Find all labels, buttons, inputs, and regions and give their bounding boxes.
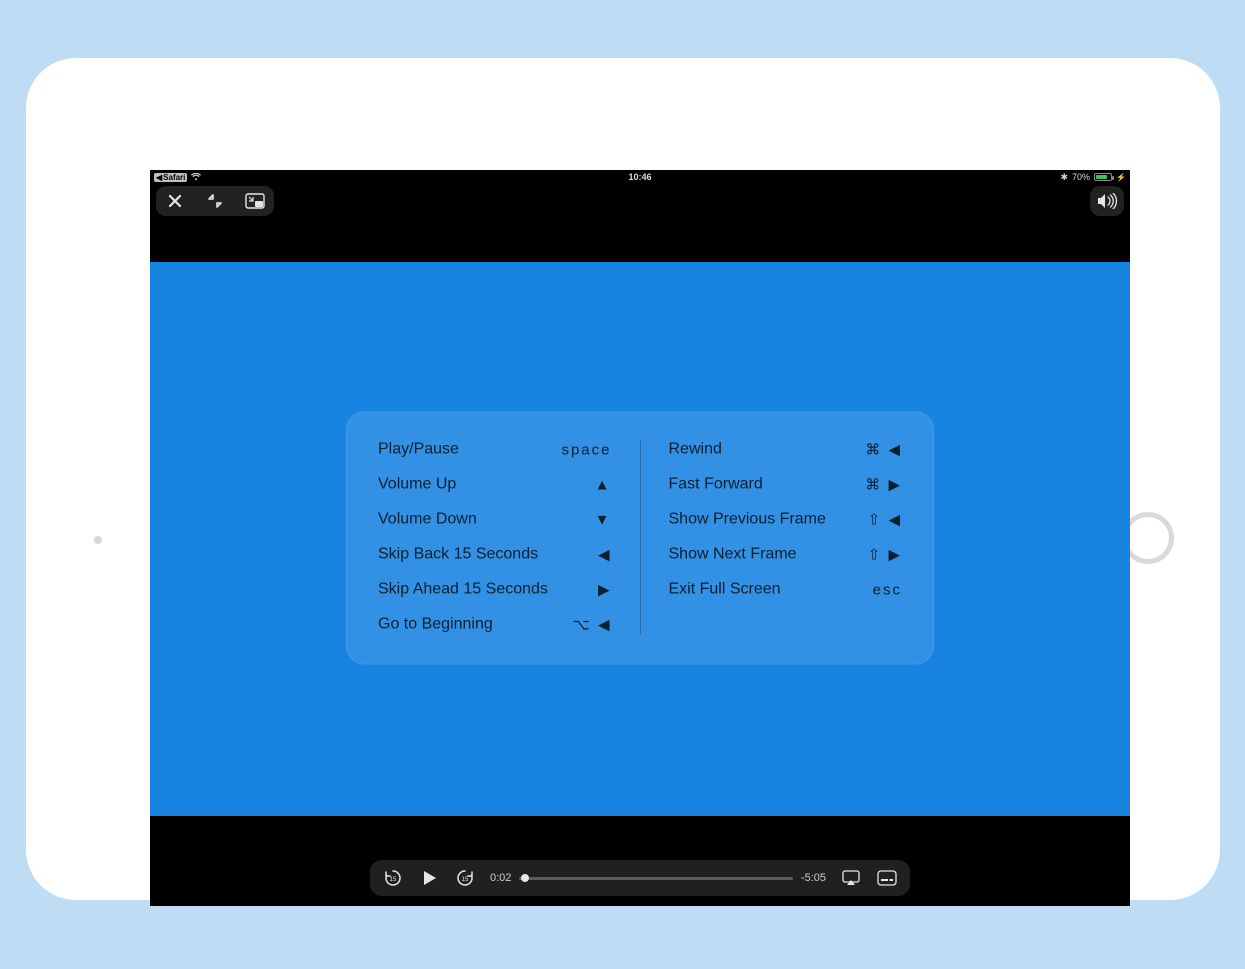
- status-bar: ◀ Safari 10:46 ✱ 70% ⚡: [150, 170, 1130, 184]
- battery-pct: 70%: [1072, 172, 1090, 182]
- pip-button[interactable]: [242, 188, 268, 214]
- shortcut-row: Skip Back 15 Seconds◀: [378, 545, 612, 565]
- shortcuts-column-right: Rewind⌘ ◀ Fast Forward⌘ ▶ Show Previous …: [640, 440, 903, 635]
- shortcut-row: Show Previous Frame⇧ ◀: [669, 510, 903, 530]
- exit-fullscreen-button[interactable]: [202, 188, 228, 214]
- battery-icon: [1094, 173, 1112, 181]
- svg-text:15: 15: [390, 877, 397, 883]
- shortcut-row: Play/Pausespace: [378, 440, 612, 460]
- skip-forward-15-button[interactable]: 15: [454, 867, 476, 889]
- close-button[interactable]: [162, 188, 188, 214]
- back-to-app[interactable]: ◀ Safari: [154, 173, 187, 182]
- shortcut-row: Fast Forward⌘ ▶: [669, 475, 903, 495]
- ipad-frame: ◀ Safari 10:46 ✱ 70% ⚡: [26, 58, 1220, 900]
- top-left-controls: [156, 186, 274, 216]
- subtitles-button[interactable]: [876, 867, 898, 889]
- status-time: 10:46: [628, 172, 651, 182]
- shortcut-row: Rewind⌘ ◀: [669, 440, 903, 460]
- back-app-label: Safari: [163, 173, 185, 182]
- elapsed-time: 0:02: [490, 872, 511, 884]
- scrubber-bar[interactable]: [519, 877, 793, 880]
- svg-text:15: 15: [462, 877, 469, 883]
- ipad-camera: [94, 536, 102, 544]
- screen: ◀ Safari 10:46 ✱ 70% ⚡: [150, 170, 1130, 906]
- scrubber[interactable]: 0:02 -5:05: [490, 872, 826, 884]
- shortcut-row: Volume Down▼: [378, 510, 612, 530]
- remaining-time: -5:05: [801, 872, 826, 884]
- charging-icon: ⚡: [1116, 173, 1126, 182]
- wifi-icon: [191, 173, 201, 181]
- player-controls: 15 15 0:02 -5:05: [370, 860, 910, 896]
- volume-control[interactable]: [1090, 186, 1124, 216]
- play-button[interactable]: [418, 867, 440, 889]
- shortcut-row: Show Next Frame⇧ ▶: [669, 545, 903, 565]
- shortcut-row: Volume Up▲: [378, 475, 612, 495]
- shortcut-row: Go to Beginning⌥ ◀: [378, 615, 612, 635]
- shortcut-row: Skip Ahead 15 Seconds▶: [378, 580, 612, 600]
- keyboard-shortcuts-panel: Play/Pausespace Volume Up▲ Volume Down▼ …: [346, 412, 934, 665]
- scrubber-knob[interactable]: [521, 874, 529, 882]
- airplay-button[interactable]: [840, 867, 862, 889]
- shortcut-row: Exit Full Screenesc: [669, 580, 903, 600]
- bluetooth-icon: ✱: [1060, 172, 1068, 183]
- volume-icon: [1094, 188, 1120, 214]
- shortcuts-column-left: Play/Pausespace Volume Up▲ Volume Down▼ …: [378, 440, 640, 635]
- skip-back-15-button[interactable]: 15: [382, 867, 404, 889]
